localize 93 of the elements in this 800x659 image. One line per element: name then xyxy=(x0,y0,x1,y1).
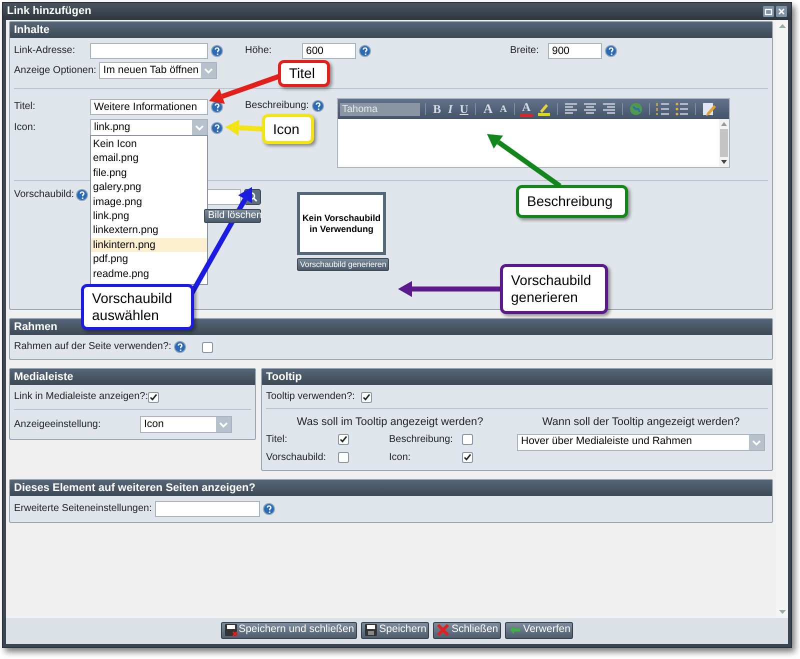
checkbox[interactable] xyxy=(338,434,349,445)
underline-button[interactable]: U xyxy=(458,100,470,118)
checkbox[interactable] xyxy=(148,392,159,402)
panel-header: Dieses Element auf weiteren Seiten anzeigen? xyxy=(10,480,772,496)
help-icon[interactable] xyxy=(174,341,186,353)
field-label: Vorschaubild: xyxy=(266,452,328,464)
checkbox[interactable] xyxy=(462,434,473,445)
callout: Icon xyxy=(262,114,314,144)
section-heading: Wann soll der Tooltip angezeigt werden? xyxy=(542,415,740,430)
bullet-list-icon[interactable] xyxy=(674,101,690,117)
help-icon[interactable] xyxy=(312,100,324,112)
dropdown-option[interactable]: image.png xyxy=(91,194,207,209)
panel-header: Rahmen xyxy=(10,319,772,335)
field-label: Link in Medialeiste anzeigen?: xyxy=(14,391,148,403)
text-field[interactable]: 900 xyxy=(548,43,602,59)
footer-button[interactable]: Verwerfen xyxy=(505,622,574,638)
text-field[interactable] xyxy=(154,500,260,516)
dropdown-option[interactable]: galery.png xyxy=(91,180,207,195)
field-label: Vorschaubild: xyxy=(14,189,74,201)
align-center-icon[interactable] xyxy=(582,101,598,117)
cross-icon xyxy=(436,623,450,637)
callout: Beschreibung xyxy=(516,185,628,218)
bold-button[interactable]: B xyxy=(431,100,444,118)
help-icon[interactable] xyxy=(605,45,617,57)
select-field[interactable]: Hover über Medialeiste und Rahmen xyxy=(517,434,765,450)
dropdown-option[interactable]: readme.png xyxy=(91,266,207,281)
callout: Titel xyxy=(278,60,330,87)
align-right-icon[interactable] xyxy=(600,101,617,117)
select-field[interactable]: Im neuen Tab öffnen xyxy=(99,62,218,79)
align-left-icon[interactable] xyxy=(562,101,579,117)
footer-button[interactable]: Schließen xyxy=(433,622,502,638)
panel-header: Medialeiste xyxy=(10,369,255,385)
dropdown-option[interactable]: email.png xyxy=(91,151,207,166)
dropdown-option[interactable]: Kein Icon xyxy=(91,137,207,152)
help-icon[interactable] xyxy=(211,122,223,134)
footer-button[interactable]: Speichern xyxy=(361,622,430,638)
checkbox[interactable] xyxy=(361,392,372,402)
font-select: Tahoma xyxy=(340,102,420,116)
arrow xyxy=(225,120,262,136)
dropdown-option[interactable]: linkextern.png xyxy=(91,223,207,238)
scrollbar[interactable] xyxy=(719,119,729,167)
field-label: Tooltip verwenden?: xyxy=(266,391,356,403)
field-label: Anzeige Optionen: xyxy=(14,64,96,76)
text-field[interactable]: 600 xyxy=(302,43,356,59)
field-label: Höhe: xyxy=(245,45,273,57)
callout: Vorschaubild generieren xyxy=(500,264,608,314)
shrink-font-button[interactable]: A xyxy=(498,102,509,116)
checkbox[interactable] xyxy=(338,452,349,463)
help-icon[interactable] xyxy=(211,45,223,57)
dropdown-option[interactable]: linkintern.png xyxy=(91,238,207,252)
restore-icon[interactable] xyxy=(763,6,774,17)
panel-header: Inhalte xyxy=(10,22,772,38)
scroll-down-icon[interactable] xyxy=(721,160,727,164)
close-icon[interactable] xyxy=(776,6,787,17)
field-label: Icon: xyxy=(389,452,412,464)
numbered-list-icon[interactable] xyxy=(654,101,671,117)
text-field[interactable] xyxy=(90,43,208,59)
scroll-thumb[interactable] xyxy=(720,129,728,157)
field-label: Breite: xyxy=(510,45,540,57)
dropdown-option[interactable]: link.png xyxy=(91,208,207,224)
help-icon[interactable] xyxy=(76,189,88,201)
field-label: Rahmen auf der Seite verwenden?: xyxy=(14,341,172,353)
dropdown-option[interactable]: file.png xyxy=(91,166,207,180)
floppy-icon xyxy=(364,623,378,637)
field-label: Titel: xyxy=(266,434,288,446)
placeholder-text: Kein Vorschaubild in Verwendung xyxy=(301,212,382,234)
checkbox[interactable] xyxy=(462,452,473,463)
field-label: Titel: xyxy=(14,101,36,113)
footer-button[interactable]: Speichern und schließen xyxy=(220,622,358,638)
dropdown-option[interactable]: pdf.png xyxy=(91,252,207,267)
window-title: Link hinzufügen xyxy=(7,4,92,20)
highlighter-icon[interactable] xyxy=(536,101,552,117)
grow-font-button[interactable]: A xyxy=(481,99,495,119)
select-field[interactable]: Icon xyxy=(140,416,232,433)
field-label: Beschreibung: xyxy=(245,100,309,112)
italic-button[interactable]: I xyxy=(446,100,455,118)
edit-document-icon[interactable] xyxy=(700,101,717,117)
button[interactable]: Vorschaubild generieren xyxy=(297,258,390,271)
field-label: Beschreibung: xyxy=(389,434,454,446)
floppy-icon xyxy=(224,623,238,637)
help-icon[interactable] xyxy=(359,45,371,57)
section-heading: Was soll im Tooltip angezeigt werden? xyxy=(296,415,484,430)
text-field[interactable]: Weitere Informationen xyxy=(90,99,208,115)
scroll-up-icon[interactable] xyxy=(721,122,727,126)
panel-header: Tooltip xyxy=(262,369,772,385)
field-label: Anzeigeeinstellung: xyxy=(14,418,102,430)
checkbox[interactable] xyxy=(202,342,214,352)
select-field[interactable]: link.png xyxy=(90,119,208,136)
field-label: Link-Adresse: xyxy=(14,45,76,57)
field-label: Erweiterte Seiteneinstellungen: xyxy=(14,502,152,514)
callout: Vorschaubild auswählen xyxy=(81,284,194,330)
help-icon[interactable] xyxy=(262,502,275,514)
field-label: Icon: xyxy=(14,122,37,134)
